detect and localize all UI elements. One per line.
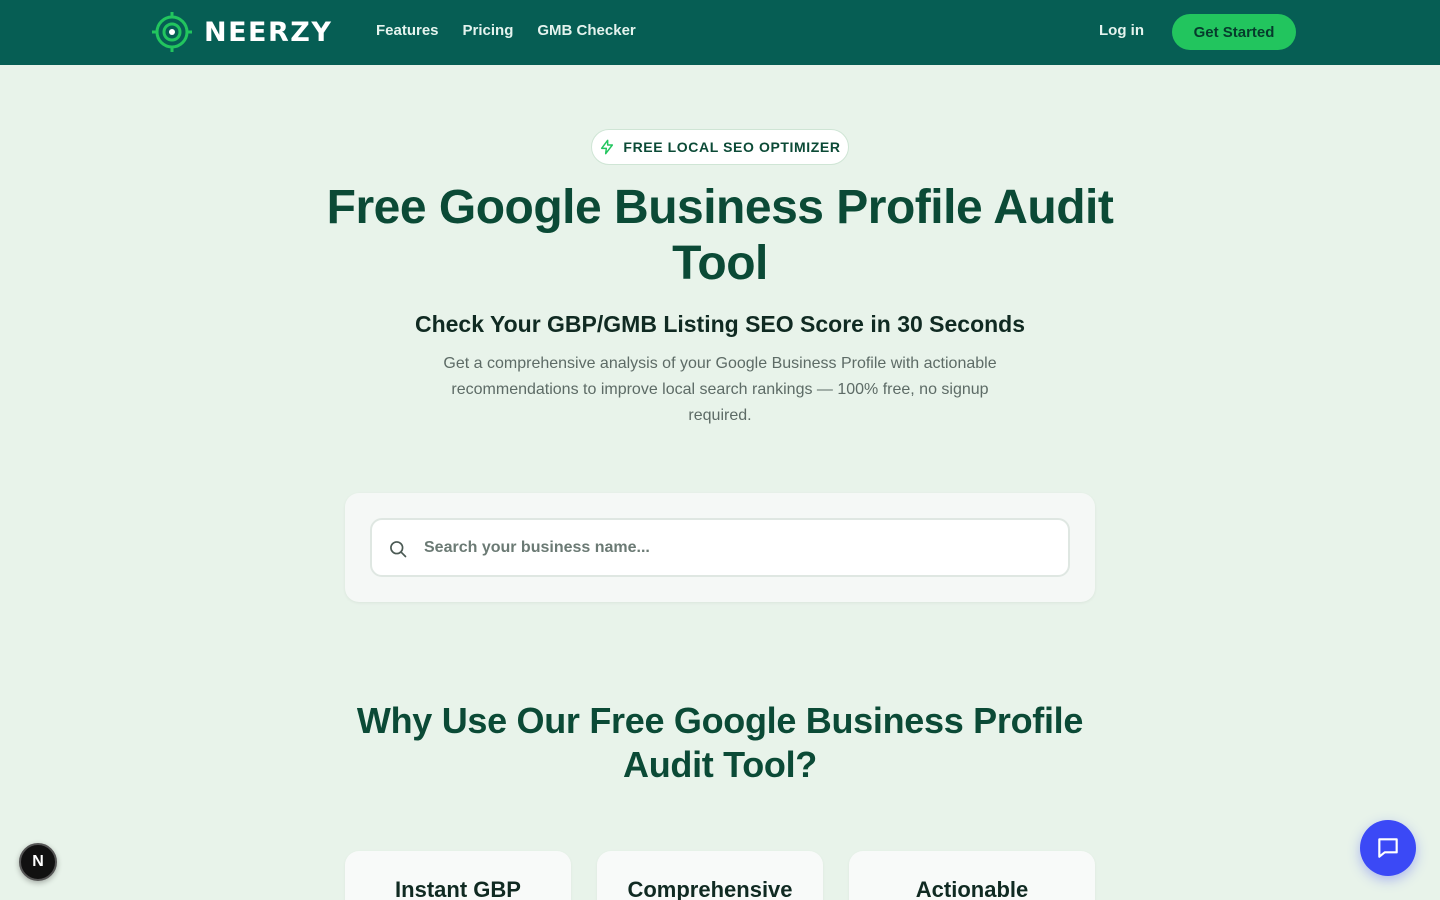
search-icon xyxy=(390,541,407,558)
feature-card-title: Comprehensive xyxy=(627,877,793,900)
chat-widget-button[interactable] xyxy=(1360,820,1416,876)
brand-name: NEERZY xyxy=(204,16,333,48)
feature-card-title: Actionable xyxy=(915,877,1029,900)
hero-badge-label: FREE LOCAL SEO OPTIMIZER xyxy=(623,139,841,155)
hero-title: Free Google Business Profile Audit Tool xyxy=(326,181,1114,290)
target-logo-icon xyxy=(152,12,192,52)
get-started-button[interactable]: Get Started xyxy=(1172,14,1296,50)
hero-subtitle: Check Your GBP/GMB Listing SEO Score in … xyxy=(414,311,1026,337)
hero-badge: FREE LOCAL SEO OPTIMIZER xyxy=(591,129,849,165)
business-search-input[interactable] xyxy=(424,520,1054,575)
feature-card-title: Instant GBP xyxy=(395,877,521,900)
lightning-icon xyxy=(601,139,614,155)
why-section-title: Why Use Our Free Google Business Profile… xyxy=(356,700,1084,785)
login-link[interactable]: Log in xyxy=(1099,22,1144,39)
nav-link-pricing[interactable]: Pricing xyxy=(463,22,514,39)
feature-card-actionable: Actionable xyxy=(849,851,1095,900)
chat-bubble-icon xyxy=(1378,838,1398,858)
nextjs-dev-badge[interactable]: N xyxy=(19,843,57,881)
nav-link-features[interactable]: Features xyxy=(376,22,439,39)
hero-description: Get a comprehensive analysis of your Goo… xyxy=(443,355,997,424)
nav-link-gmb-checker[interactable]: GMB Checker xyxy=(537,22,635,39)
search-box xyxy=(370,518,1070,577)
brand-logo[interactable]: NEERZY xyxy=(152,12,332,52)
feature-card-comprehensive: Comprehensive xyxy=(597,851,823,900)
search-card xyxy=(345,493,1095,602)
feature-card-instant: Instant GBP xyxy=(345,851,571,900)
top-navbar: NEERZY Features Pricing GMB Checker Log … xyxy=(0,0,1440,65)
main-nav: Features Pricing GMB Checker xyxy=(376,22,636,39)
